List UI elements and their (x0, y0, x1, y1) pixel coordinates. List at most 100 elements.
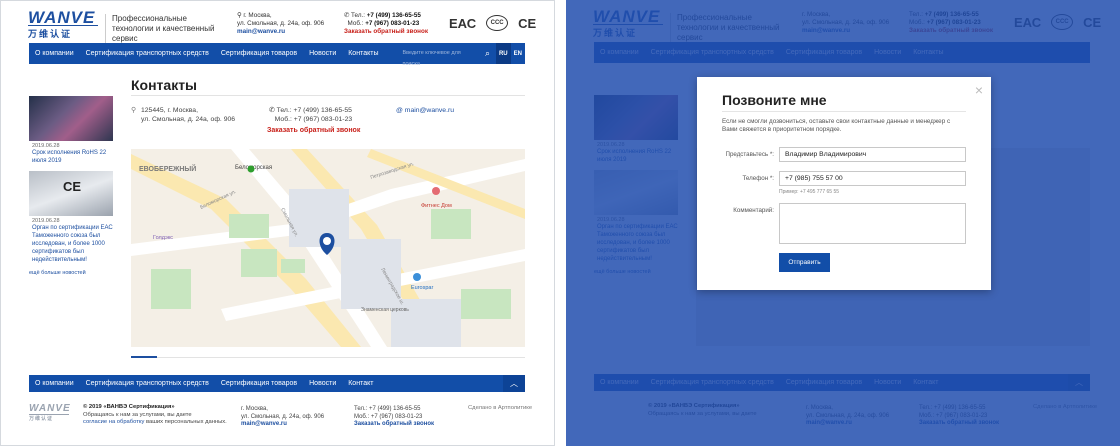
header-email-link[interactable]: main@wanve.ru (237, 28, 324, 36)
footer-mob[interactable]: Моб.: +7 (967) 083-01-23 (354, 414, 434, 422)
metro-icon (247, 165, 255, 173)
search-input[interactable]: Введите ключевое для поиска (402, 48, 479, 67)
header-address: ⚲ г. Москва, ул. Смольная, д. 24а, оф. 9… (237, 12, 324, 36)
contact-address-line-1: 125445, г. Москва, (141, 107, 198, 114)
header-slogan: Профессиональные технологии и качественн… (105, 14, 225, 44)
phone-icon: ✆ (269, 107, 275, 114)
footer-address-line-1: г. Москва, (241, 406, 268, 412)
logo-cn-text: 万维认证 (28, 25, 98, 40)
header-callback-link[interactable]: Заказать обратный звонок (344, 28, 428, 36)
contact-email: @ main@wanve.ru (396, 107, 454, 114)
map-label-district: ЕВОБЕРЕЖНЫЙ (139, 164, 196, 173)
consent-link[interactable]: согласие на обработку (83, 419, 144, 425)
search-icon[interactable]: ⌕ (485, 48, 490, 59)
map-divider-accent (131, 356, 157, 358)
address-line-2: ул. Смольная, д. 24а, оф. 906 (237, 20, 325, 27)
footer-tel[interactable]: Тел.: +7 (499) 136-65-55 (354, 406, 434, 414)
scroll-up-icon[interactable]: ︿ (503, 375, 525, 392)
tel-label: Тел.: (351, 12, 365, 19)
footer-nav-contact[interactable]: Контакт (342, 380, 379, 387)
ccc-mark-icon: CCC (486, 15, 509, 31)
news-title-link[interactable]: Орган по сертификации ЕАС Таможенного со… (29, 224, 113, 264)
news-image[interactable] (29, 96, 113, 141)
tel-number[interactable]: +7 (499) 136-65-55 (367, 12, 421, 19)
logo-text: WANVE (28, 8, 96, 27)
ce-mark-icon: CE (63, 179, 82, 194)
address-line-1: г. Москва, (243, 12, 272, 19)
nav-item-about[interactable]: О компании (29, 50, 80, 57)
news-image[interactable]: CE (29, 171, 113, 216)
modal-description: Если не смогли дозвониться, оставьте сво… (722, 118, 951, 133)
submit-button[interactable]: Отправить (779, 253, 830, 272)
footer-copyright: © 2019 «ВАНВЭ Сертификация» Обращаясь к … (83, 404, 227, 427)
footer-logo[interactable]: WANVE 万维认证 (29, 403, 71, 422)
comment-textarea[interactable] (779, 203, 966, 244)
phone-hint: Пример: +7 495 777 65 55 (779, 189, 840, 195)
ce-mark-icon: CE (518, 15, 537, 31)
footer-logo-cn: 万维认证 (29, 414, 69, 422)
footer-nav-about[interactable]: О компании (29, 380, 80, 387)
poi-icon (432, 187, 440, 195)
comment-label: Комментарий: (733, 207, 774, 214)
pin-icon: ⚲ (237, 12, 242, 19)
contacts-map[interactable]: ЕВОБЕРЕЖНЫЙ Беломорская Фитнес Дом Голдэ… (131, 149, 525, 347)
contact-tel[interactable]: Тел.: +7 (499) 136-65-55 (277, 107, 352, 114)
news-sidebar: 2019.06.28 Срок исполнения RoHS 22 июля … (29, 96, 113, 276)
lang-ru-button[interactable]: RU (496, 43, 511, 64)
eac-mark-icon: ЕАС (449, 15, 477, 31)
lang-en-button[interactable]: EN (511, 43, 525, 64)
footer-address: г. Москва, ул. Смольная, д. 24а, оф. 906… (241, 406, 324, 429)
poi-icon (413, 273, 421, 281)
cert-marks: ЕАС CCC CE (449, 13, 536, 33)
close-icon[interactable]: × (975, 83, 983, 97)
callback-modal-view: WANVE 万维认证 Профессиональные технологии и… (566, 0, 1120, 446)
at-icon: @ (396, 107, 403, 114)
nav-item-goods-cert[interactable]: Сертификация товаров (215, 50, 303, 57)
page-title: Контакты (131, 77, 198, 93)
map-canvas[interactable]: ЕВОБЕРЕЖНЫЙ Беломорская Фитнес Дом Голдэ… (131, 149, 525, 347)
nav-item-vehicle-cert[interactable]: Сертификация транспортных средств (80, 50, 215, 57)
mob-number[interactable]: +7 (967) 083-01-23 (365, 20, 419, 27)
news-title-link[interactable]: Срок исполнения RoHS 22 июля 2019 (29, 149, 113, 165)
more-news-link[interactable]: ещё больше новостей (29, 270, 113, 276)
footer-callback-link[interactable]: Заказать обратный звонок (354, 421, 434, 429)
site-header: WANVE 万维认证 Профессиональные технологии и… (1, 1, 554, 44)
footer-nav-vehicle-cert[interactable]: Сертификация транспортных средств (80, 380, 215, 387)
contact-email-link[interactable]: main@wanve.ru (405, 107, 454, 114)
consent-text: Обращаясь к нам за услугами, вы даете (83, 411, 192, 418)
phone-label: Телефон *: (742, 175, 774, 182)
contact-callback-link[interactable]: Заказать обратный звонок (267, 127, 360, 134)
made-by-link[interactable]: Сделано в Артполитике (468, 405, 532, 411)
footer-nav-goods-cert[interactable]: Сертификация товаров (215, 380, 303, 387)
nav-item-contacts[interactable]: Контакты (342, 50, 384, 57)
name-field[interactable]: Владимир Владимирович (779, 147, 966, 162)
nav-item-news[interactable]: Новости (303, 50, 342, 57)
name-label: Представьтесь *: (725, 151, 775, 158)
contacts-page: WANVE 万维认证 Профессиональные технологии и… (0, 0, 555, 446)
footer-nav-news[interactable]: Новости (303, 380, 342, 387)
panel-gap (555, 0, 566, 446)
map-label-goodfit: Голдэкс (153, 235, 173, 241)
phone-field[interactable]: +7 (985) 755 57 00 (779, 171, 966, 186)
contact-phones: ✆ Тел.: +7 (499) 136-65-55 Моб.: +7 (967… (269, 107, 352, 124)
map-label-fitness: Фитнес Дом (421, 203, 452, 209)
footer-logo-text: WANVE (29, 403, 71, 414)
pin-icon: ⚲ (131, 107, 137, 114)
title-divider (131, 95, 525, 96)
modal-divider (722, 111, 966, 112)
main-nav: О компании Сертификация транспортных сре… (29, 43, 525, 67)
footer-phones: Тел.: +7 (499) 136-65-55 Моб.: +7 (967) … (354, 406, 434, 429)
contact-mob[interactable]: Моб.: +7 (967) 083-01-23 (275, 116, 352, 123)
site-logo[interactable]: WANVE 万维认证 (28, 8, 98, 39)
consent-text-end: ваших персональных данных. (145, 419, 227, 425)
header-phones: ✆ Тел.: +7 (499) 136-65-55 Моб.: +7 (967… (344, 12, 428, 36)
map-label-church: Знаменская церковь (361, 307, 409, 313)
footer-nav: О компании Сертификация транспортных сре… (29, 375, 525, 392)
copyright-text: © 2019 «ВАНВЭ Сертификация» (83, 404, 175, 410)
footer-address-line-2: ул. Смольная, д. 24а, оф. 906 (241, 413, 325, 420)
footer-email-link[interactable]: main@wanve.ru (241, 421, 324, 429)
phone-icon: ✆ (344, 12, 350, 19)
map-label-eurospar: Eurospar (411, 285, 433, 291)
contact-address: ⚲ 125445, г. Москва, ул. Смольная, д. 24… (131, 107, 235, 124)
callback-modal: × Позвоните мне Если не смогли дозвонить… (697, 77, 991, 290)
